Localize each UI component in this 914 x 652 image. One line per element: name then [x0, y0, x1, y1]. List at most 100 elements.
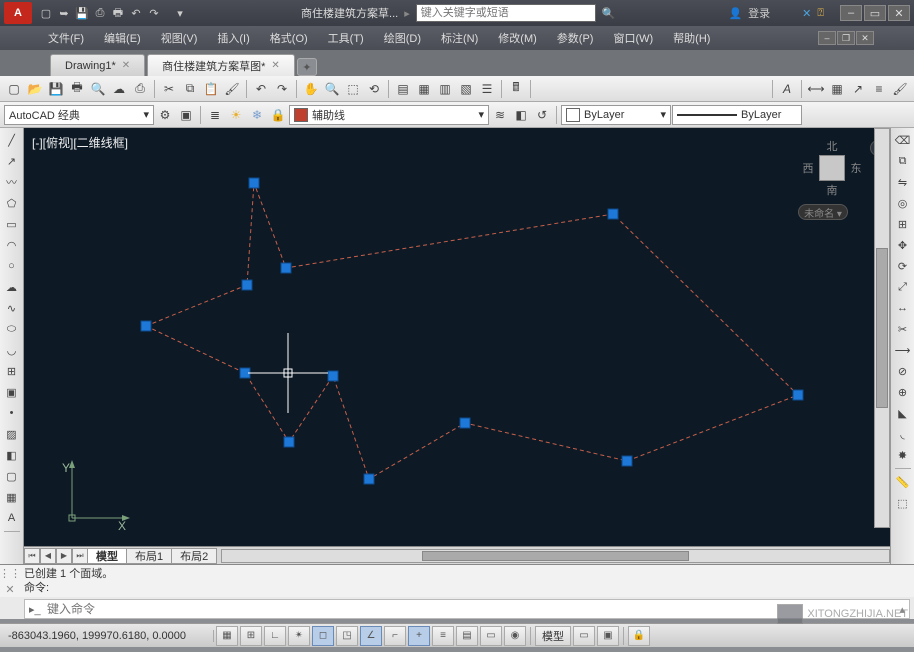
- selected-region[interactable]: [146, 183, 798, 479]
- app-logo[interactable]: A: [4, 2, 32, 24]
- search-icon[interactable]: 🔍: [602, 7, 616, 20]
- tab-prev-icon[interactable]: ◀: [40, 548, 56, 564]
- exchange-icon[interactable]: ✕: [802, 7, 811, 20]
- space-toggle[interactable]: 模型: [535, 626, 571, 646]
- gradient-icon[interactable]: ◧: [2, 445, 22, 465]
- measure-icon[interactable]: 📏: [893, 472, 913, 492]
- snapmode-icon[interactable]: ▦: [216, 626, 238, 646]
- plot-icon[interactable]: ⎙: [130, 79, 150, 99]
- dim-style-icon[interactable]: ⟷: [806, 79, 826, 99]
- redo-icon[interactable]: ↷: [272, 79, 292, 99]
- text-style-icon[interactable]: A: [777, 79, 797, 99]
- dc-icon[interactable]: ▦: [414, 79, 434, 99]
- ellipse-icon[interactable]: ⬭: [2, 319, 22, 339]
- close-button[interactable]: ✕: [888, 5, 910, 21]
- tab-last-icon[interactable]: ⏭: [72, 548, 88, 564]
- new-icon[interactable]: ▢: [4, 79, 24, 99]
- table-style-icon[interactable]: ▦: [827, 79, 847, 99]
- copy-icon[interactable]: ⧉: [180, 79, 200, 99]
- menu-tools[interactable]: 工具(T): [320, 28, 372, 48]
- array-icon[interactable]: ⊞: [893, 214, 913, 234]
- table-icon[interactable]: ▦: [2, 487, 22, 507]
- close-icon[interactable]: ✕: [122, 60, 130, 71]
- layer-freeze-icon[interactable]: ❄: [247, 105, 267, 125]
- rect-icon[interactable]: ▭: [2, 214, 22, 234]
- layer-on-icon[interactable]: ☀: [226, 105, 246, 125]
- region-icon[interactable]: ▢: [2, 466, 22, 486]
- color-combo[interactable]: ByLayer ▾: [561, 105, 671, 125]
- mdi-restore[interactable]: ❐: [837, 31, 855, 45]
- model-viewport[interactable]: [-][俯视][二维线框] 北 西 东 南 未命名 ▾ Y: [24, 128, 890, 546]
- tab-first-icon[interactable]: ⏮: [24, 548, 40, 564]
- ws-settings-icon[interactable]: ⚙: [155, 105, 175, 125]
- mdi-minimize[interactable]: –: [818, 31, 836, 45]
- vertical-scrollbar[interactable]: [874, 128, 890, 528]
- qat-save-icon[interactable]: 💾: [74, 5, 90, 21]
- help-icon[interactable]: ⍰: [817, 7, 824, 20]
- menu-format[interactable]: 格式(O): [262, 28, 316, 48]
- block-icon[interactable]: ▣: [2, 382, 22, 402]
- layout-tab-1[interactable]: 布局1: [126, 548, 172, 564]
- layer-combo[interactable]: 辅助线 ▾: [289, 105, 489, 125]
- cut-icon[interactable]: ✂: [159, 79, 179, 99]
- qat-more-icon[interactable]: ▾: [172, 5, 188, 21]
- qv-dwg-icon[interactable]: ▣: [597, 626, 619, 646]
- mleader-style-icon[interactable]: ↗: [848, 79, 868, 99]
- workspace-combo[interactable]: AutoCAD 经典▾: [4, 105, 154, 125]
- gridmode-icon[interactable]: ⊞: [240, 626, 262, 646]
- new-tab-button[interactable]: ✦: [297, 58, 317, 76]
- trim-icon[interactable]: ✂: [893, 319, 913, 339]
- signin-label[interactable]: 登录: [748, 5, 770, 21]
- qat-redo-icon[interactable]: ↷: [146, 5, 162, 21]
- xline-icon[interactable]: ↗: [2, 151, 22, 171]
- open-icon[interactable]: 📂: [25, 79, 45, 99]
- signin-icon[interactable]: 👤: [728, 7, 742, 20]
- layer-lock-icon[interactable]: 🔒: [268, 105, 288, 125]
- mdi-close[interactable]: ✕: [856, 31, 874, 45]
- ml-style-icon[interactable]: ≡: [869, 79, 889, 99]
- fillet-icon[interactable]: ◟: [893, 424, 913, 444]
- tab-next-icon[interactable]: ▶: [56, 548, 72, 564]
- scale-icon[interactable]: ⤢: [893, 277, 913, 297]
- qat-open-icon[interactable]: ➥: [56, 5, 72, 21]
- horizontal-scrollbar[interactable]: [221, 549, 890, 563]
- tp-icon[interactable]: ▥: [435, 79, 455, 99]
- erase-icon[interactable]: ⌫: [893, 130, 913, 150]
- qv-layouts-icon[interactable]: ▭: [573, 626, 595, 646]
- mirror-icon[interactable]: ⇋: [893, 172, 913, 192]
- zoom-win-icon[interactable]: ⬚: [343, 79, 363, 99]
- menu-edit[interactable]: 编辑(E): [96, 28, 149, 48]
- revcloud-icon[interactable]: ☁: [2, 277, 22, 297]
- linetype-combo[interactable]: ByLayer: [672, 105, 802, 125]
- scroll-thumb[interactable]: [876, 248, 888, 407]
- arc-icon[interactable]: ◠: [2, 235, 22, 255]
- sc-icon[interactable]: ◉: [504, 626, 526, 646]
- doc-tab-2[interactable]: 商住楼建筑方案草图*✕: [147, 54, 295, 76]
- layout-tab-2[interactable]: 布局2: [171, 548, 217, 564]
- layer-states-icon[interactable]: ≋: [490, 105, 510, 125]
- cmd-grip-icon[interactable]: ⋮⋮: [0, 567, 21, 581]
- break-icon[interactable]: ⊘: [893, 361, 913, 381]
- layer-prop-icon[interactable]: ≣: [205, 105, 225, 125]
- menu-insert[interactable]: 插入(I): [209, 28, 257, 48]
- menu-param[interactable]: 参数(P): [549, 28, 602, 48]
- qcalc-icon[interactable]: 🖩: [506, 79, 526, 99]
- paste-icon[interactable]: 📋: [201, 79, 221, 99]
- chamfer-icon[interactable]: ◣: [893, 403, 913, 423]
- save-icon[interactable]: 💾: [46, 79, 66, 99]
- mtext-icon[interactable]: A: [2, 508, 22, 528]
- qat-new-icon[interactable]: ▢: [38, 5, 54, 21]
- undo-icon[interactable]: ↶: [251, 79, 271, 99]
- circle-icon[interactable]: ○: [2, 256, 22, 276]
- offset-icon[interactable]: ◎: [893, 193, 913, 213]
- lwt-icon[interactable]: ≡: [432, 626, 454, 646]
- props-icon[interactable]: ▤: [393, 79, 413, 99]
- doc-tab-1[interactable]: Drawing1*✕: [50, 54, 145, 76]
- polarmode-icon[interactable]: ✴: [288, 626, 310, 646]
- pan-icon[interactable]: ✋: [301, 79, 321, 99]
- menu-dim[interactable]: 标注(N): [433, 28, 486, 48]
- coords-readout[interactable]: -863043.1960, 199970.6180, 0.0000: [4, 630, 214, 642]
- qat-saveas-icon[interactable]: ⎙: [92, 5, 108, 21]
- spline-icon[interactable]: ∿: [2, 298, 22, 318]
- select-icon[interactable]: ⬚: [893, 493, 913, 513]
